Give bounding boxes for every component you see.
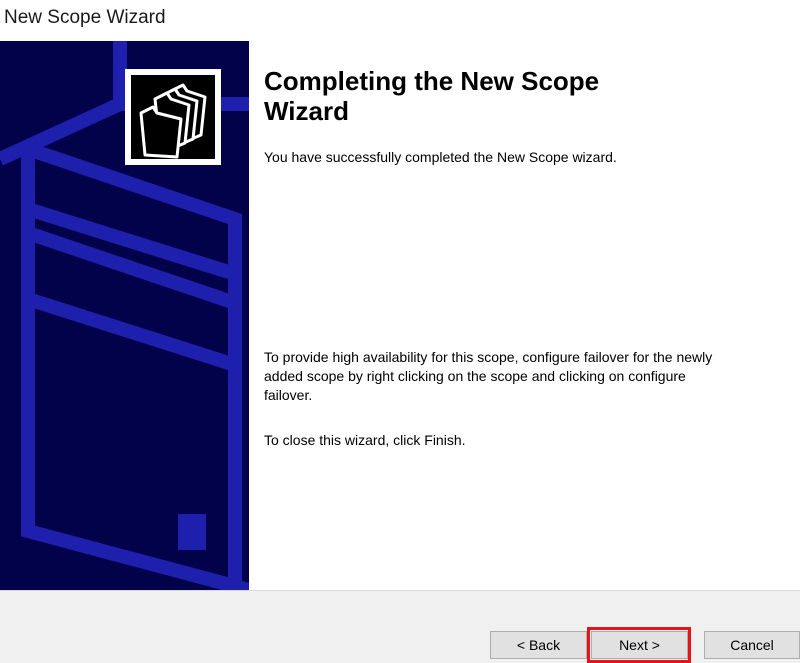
- page-title: Completing the New Scope Wizard: [264, 66, 600, 126]
- success-message: You have successfully completed the New …: [264, 149, 617, 165]
- window-title: New Scope Wizard: [4, 7, 166, 28]
- close-message: To close this wizard, click Finish.: [264, 432, 466, 448]
- wizard-content: Completing the New Scope Wizard You have…: [249, 41, 800, 590]
- failover-message: To provide high availability for this sc…: [264, 349, 713, 403]
- next-button[interactable]: Next >: [591, 631, 688, 659]
- wizard-logo: [125, 69, 221, 165]
- wizard-window: New Scope Wizard Completing the New Scop…: [0, 0, 800, 663]
- wizard-side-panel: [0, 41, 249, 590]
- cancel-button[interactable]: Cancel: [704, 631, 800, 659]
- title-bar: New Scope Wizard: [0, 0, 800, 40]
- back-button[interactable]: < Back: [490, 631, 587, 659]
- button-bar: < Back Next > Cancel: [0, 590, 800, 663]
- folder-stack-icon: [139, 83, 207, 159]
